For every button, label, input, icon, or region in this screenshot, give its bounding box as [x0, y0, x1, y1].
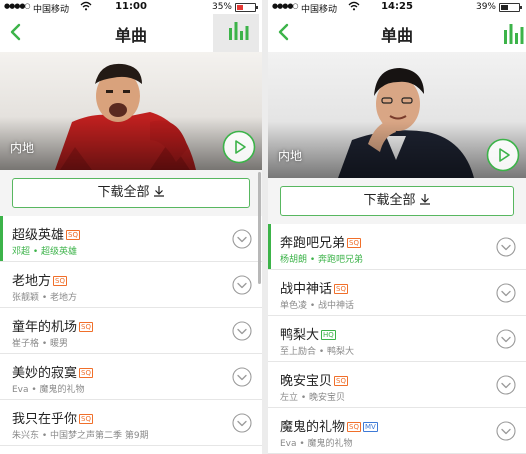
- chevron-down-circle-icon[interactable]: [232, 229, 252, 249]
- download-arrow-icon: [419, 188, 431, 205]
- song-title-line: 魔鬼的礼物 SQ MV: [280, 416, 378, 435]
- battery-percent: 39%: [475, 2, 496, 12]
- song-title-line: 我只在乎你 SQ: [12, 408, 93, 427]
- battery-percent: 35%: [211, 2, 232, 12]
- song-title: 老地方: [12, 274, 52, 289]
- sq-quality-badge: SQ: [334, 284, 348, 294]
- song-title: 超级英雄: [12, 228, 65, 243]
- sq-quality-badge: SQ: [347, 238, 361, 248]
- song-title: 我只在乎你: [12, 412, 78, 427]
- song-artist-album: 杨胡朗 • 奔跑吧兄弟: [280, 255, 364, 265]
- chevron-down-circle-icon[interactable]: [232, 321, 252, 341]
- screen-left: ●●●●○ 中国移动 11:00 35% 单曲 内地 下载全部 超级英雄 SQ …: [0, 0, 262, 454]
- song-artist-album: 至上励合 • 鸭梨大: [280, 347, 355, 357]
- download-all-label: 下载全部: [363, 193, 416, 208]
- song-artist-album: 崔子格 • 暖男: [12, 339, 69, 349]
- sq-quality-badge: SQ: [334, 376, 348, 386]
- artist-banner: 内地: [0, 52, 262, 170]
- song-row[interactable]: 老地方 SQ 张靓颖 • 老地方: [0, 262, 262, 308]
- equalizer-icon[interactable]: [213, 14, 259, 52]
- chevron-down-circle-icon[interactable]: [496, 329, 516, 349]
- song-artist-album: 张靓颖 • 老地方: [12, 293, 78, 303]
- sq-quality-badge: SQ: [79, 414, 93, 424]
- sq-quality-badge: SQ: [79, 322, 93, 332]
- song-artist-album: 朱兴东 • 中国梦之声第二季 第9期: [12, 431, 149, 441]
- download-all-label: 下载全部: [97, 185, 150, 200]
- sq-quality-badge: SQ: [66, 230, 80, 240]
- equalizer-icon[interactable]: [486, 18, 526, 50]
- song-title-line: 美妙的寂寞 SQ: [12, 362, 93, 381]
- song-row[interactable]: 晚安宝贝 SQ 左立 • 晚安宝贝: [268, 362, 526, 408]
- song-title-line: 鸭梨大 HQ: [280, 324, 336, 343]
- song-title: 鸭梨大: [280, 328, 320, 343]
- sq-quality-badge: SQ: [79, 368, 93, 378]
- chevron-down-circle-icon[interactable]: [496, 375, 516, 395]
- nav-bar: 单曲: [268, 14, 526, 52]
- song-list: 奔跑吧兄弟 SQ 杨胡朗 • 奔跑吧兄弟 战中神话 SQ 单色凌 • 战中神话 鸭梨大 HQ 至…: [268, 224, 526, 454]
- scrollbar[interactable]: [258, 172, 261, 284]
- song-row[interactable]: 超级英雄 SQ 邓超 • 超级英雄: [0, 216, 262, 262]
- region-label: 内地: [278, 149, 303, 163]
- chevron-down-circle-icon[interactable]: [232, 367, 252, 387]
- song-title-line: 老地方 SQ: [12, 270, 67, 289]
- play-circle-icon[interactable]: [486, 138, 520, 172]
- download-all-button[interactable]: 下载全部: [280, 186, 514, 216]
- status-bar: ●●●●○ 中国移动 14:25 39%: [268, 0, 526, 15]
- chevron-down-circle-icon[interactable]: [232, 413, 252, 433]
- chevron-down-circle-icon[interactable]: [496, 283, 516, 303]
- battery-icon: [235, 3, 258, 12]
- song-title-line: 战中神话 SQ: [280, 278, 348, 297]
- battery-level: [237, 5, 243, 10]
- chevron-down-circle-icon[interactable]: [496, 421, 516, 441]
- download-arrow-icon: [153, 180, 165, 197]
- download-bar: 下载全部: [0, 170, 262, 216]
- song-title: 魔鬼的礼物: [280, 420, 346, 435]
- song-row[interactable]: 美妙的寂寞 SQ Eva • 魔鬼的礼物: [0, 354, 262, 400]
- song-artist-album: 左立 • 晚安宝贝: [280, 393, 346, 403]
- song-artist-album: 单色凌 • 战中神话: [280, 301, 355, 311]
- song-title: 美妙的寂寞: [12, 366, 78, 381]
- nav-bar: 单曲: [0, 14, 262, 52]
- download-all-button[interactable]: 下载全部: [12, 178, 250, 208]
- song-title: 晚安宝贝: [280, 374, 333, 389]
- song-title-line: 童年的机场 SQ: [12, 316, 93, 335]
- song-row[interactable]: 战中神话 SQ 单色凌 • 战中神话: [268, 270, 526, 316]
- sq-quality-badge: SQ: [347, 422, 361, 432]
- song-row[interactable]: 童年的机场 SQ 崔子格 • 暖男: [0, 308, 262, 354]
- song-list: 超级英雄 SQ 邓超 • 超级英雄 老地方 SQ 张靓颖 • 老地方 童年的机场 SQ 崔子格 …: [0, 216, 262, 446]
- song-artist-album: Eva • 魔鬼的礼物: [12, 385, 85, 395]
- screen-right: ●●●●○ 中国移动 14:25 39% 单曲 内地 下载全部 奔跑吧兄弟 SQ…: [268, 0, 526, 454]
- song-row[interactable]: 鸭梨大 HQ 至上励合 • 鸭梨大: [268, 316, 526, 362]
- song-title: 奔跑吧兄弟: [280, 236, 346, 251]
- song-title-line: 超级英雄 SQ: [12, 224, 80, 243]
- battery-icon: [499, 3, 522, 12]
- chevron-down-circle-icon[interactable]: [496, 237, 516, 257]
- song-artist-album: 邓超 • 超级英雄: [12, 247, 78, 257]
- sq-quality-badge: SQ: [53, 276, 67, 286]
- mv-quality-badge: MV: [362, 422, 378, 432]
- chevron-down-circle-icon[interactable]: [232, 275, 252, 295]
- song-artist-album: Eva • 魔鬼的礼物: [280, 439, 353, 449]
- region-label: 内地: [10, 141, 35, 155]
- song-title-line: 奔跑吧兄弟 SQ: [280, 232, 361, 251]
- song-title-line: 晚安宝贝 SQ: [280, 370, 348, 389]
- song-row[interactable]: 魔鬼的礼物 SQ MV Eva • 魔鬼的礼物: [268, 408, 526, 454]
- song-title: 童年的机场: [12, 320, 78, 335]
- hq-quality-badge: HQ: [321, 330, 336, 340]
- song-row[interactable]: 奔跑吧兄弟 SQ 杨胡朗 • 奔跑吧兄弟: [268, 224, 526, 270]
- song-title: 战中神话: [280, 282, 333, 297]
- song-row[interactable]: 我只在乎你 SQ 朱兴东 • 中国梦之声第二季 第9期: [0, 400, 262, 446]
- artist-banner: 内地: [268, 52, 526, 178]
- battery-level: [501, 5, 508, 10]
- status-bar: ●●●●○ 中国移动 11:00 35%: [0, 0, 262, 15]
- play-circle-icon[interactable]: [222, 130, 256, 164]
- download-bar: 下载全部: [268, 178, 526, 224]
